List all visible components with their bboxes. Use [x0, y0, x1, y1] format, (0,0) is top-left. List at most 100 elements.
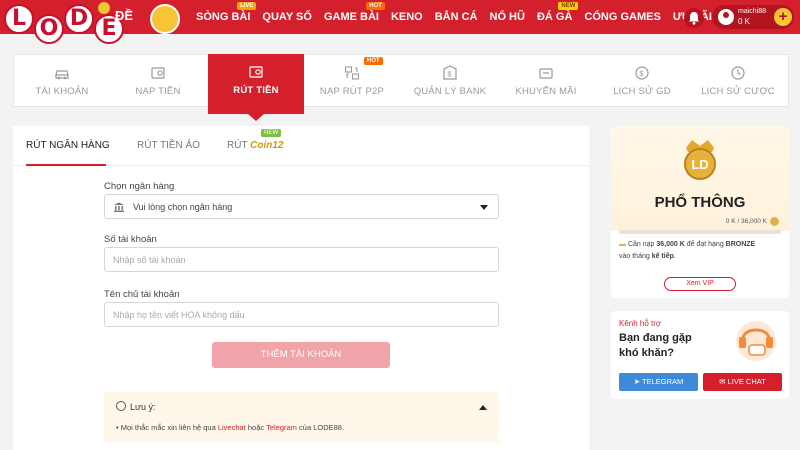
tab-lich-su-cuoc[interactable]: LỊCH SỬ CƯỢC: [690, 55, 786, 107]
subtab-prefix: RÚT: [227, 140, 248, 151]
note-box[interactable]: Lưu ý: • Mọi thắc mắc xin liên hệ qua Li…: [104, 392, 499, 442]
live-chat-button[interactable]: ✉ LIVE CHAT: [703, 373, 782, 391]
chat-icon: ✉: [719, 377, 726, 386]
add-account-button[interactable]: THÊM TÀI KHOẢN: [212, 342, 390, 368]
history-icon: $: [635, 66, 649, 80]
tab-label: KHUYẾN MÃI: [515, 86, 577, 97]
nav-item-song-bai[interactable]: SÒNG BÀI LIVE: [196, 2, 257, 23]
subtab-rut-ngan-hang[interactable]: RÚT NGÂN HÀNG: [26, 140, 110, 151]
bank-icon: $: [443, 65, 457, 80]
logo-letter-l: L: [4, 4, 34, 34]
tab-lich-su-gd[interactable]: $ LỊCH SỬ GD: [594, 55, 690, 107]
nav-item-game-bai[interactable]: GAME BÀI HOT: [323, 2, 385, 23]
vip-desc-rank: BRONZE: [725, 241, 756, 248]
withdraw-subtabs: RÚT NGÂN HÀNG RÚT TIỀN ẢO RÚT Coin12 NEW: [13, 126, 589, 166]
tab-label: LỊCH SỬ CƯỢC: [701, 86, 775, 97]
tab-khuyen-mai[interactable]: KHUYẾN MÃI: [498, 55, 594, 107]
bank-icon: [114, 202, 124, 212]
vip-progress-text: 0 K / 36,000 K: [725, 218, 767, 225]
logo-dot: [98, 2, 110, 14]
nav-label: GAME BÀI: [323, 11, 379, 23]
top-navbar: L O D E ĐỀ SÒNG BÀI LIVE QUAY SỐ GAME BÀI…: [0, 0, 800, 44]
account-tabs: TÀI KHOẢN NẠP TIỀN RÚT TIỀN HOT NẠP RÚT …: [13, 54, 789, 121]
telegram-button-label: TELEGRAM: [641, 377, 684, 386]
telegram-icon: ➤: [633, 377, 641, 386]
nav-item-da-ga[interactable]: ĐÁ GÀ NEW: [536, 2, 579, 23]
account-holder-input[interactable]: Nhập họ tên viết HOA không dấu: [104, 302, 499, 327]
vip-crown-icon: LD: [684, 140, 716, 180]
nav-label: QUAY SỐ: [262, 11, 312, 23]
notification-bell-icon[interactable]: [684, 8, 704, 28]
nav-item-ban-ca[interactable]: BẮN CÁ: [435, 11, 478, 23]
tab-nap-rut-p2p[interactable]: HOT NẠP RÚT P2P: [304, 55, 400, 107]
vip-desc-next: kế tiếp: [651, 253, 674, 260]
deposit-icon: [151, 67, 165, 79]
new-badge: NEW: [558, 2, 579, 10]
tab-label: NẠP RÚT P2P: [319, 86, 385, 97]
subtab-active-indicator: [26, 164, 106, 166]
account-holder-label: Tên chủ tài khoản: [104, 289, 180, 300]
tab-rut-tien[interactable]: RÚT TIỀN: [208, 54, 304, 121]
logo[interactable]: L O D E ĐỀ: [0, 0, 190, 60]
vip-rank: PHỔ THÔNG: [654, 194, 746, 211]
note-text-1: • Mọi thắc mắc xin liên hệ qua: [116, 423, 218, 432]
chevron-up-icon[interactable]: [479, 405, 487, 410]
vip-card: LD PHỔ THÔNG 0 K / 36,000 K ▬ Cần nạp 36…: [611, 126, 789, 298]
svg-text:$: $: [448, 72, 452, 79]
subtab-rut-tien-ao[interactable]: RÚT TIỀN ẢO: [137, 140, 200, 151]
withdraw-icon: [249, 66, 263, 78]
nav-label: KENO: [390, 11, 423, 23]
account-number-input[interactable]: Nhập số tài khoản: [104, 247, 499, 272]
nav-item-quay-so[interactable]: QUAY SỐ: [262, 11, 312, 23]
user-menu[interactable]: maichi88 0 K +: [712, 5, 794, 29]
subtab-rut-coin12[interactable]: RÚT Coin12: [227, 140, 284, 151]
livechat-link[interactable]: Livechat: [218, 423, 246, 432]
bank-select[interactable]: Vui lòng chọn ngân hàng: [104, 194, 499, 219]
clock-icon: [731, 66, 745, 80]
support-question: Bạn đang gặp khó khăn?: [619, 332, 692, 359]
hot-badge: HOT: [364, 57, 383, 65]
hot-badge: HOT: [366, 2, 385, 10]
deposit-plus-button[interactable]: +: [774, 8, 792, 26]
p2p-icon: [344, 66, 360, 80]
new-badge: NEW: [261, 129, 281, 137]
logo-ball-icon: [150, 4, 180, 34]
logo-letter-o: O: [34, 14, 64, 44]
nav-label: ĐÁ GÀ: [536, 11, 573, 23]
tab-label: TÀI KHOẢN: [35, 86, 89, 97]
note-text: • Mọi thắc mắc xin liên hệ qua Livechat …: [116, 423, 344, 432]
info-icon: [116, 401, 126, 411]
support-card: Kênh hỗ trợ Bạn đang gặp khó khăn? ➤ TEL…: [611, 311, 789, 399]
support-headset-icon: [736, 321, 776, 361]
withdraw-panel: RÚT NGÂN HÀNG RÚT TIỀN ẢO RÚT Coin12 NEW…: [13, 126, 589, 450]
view-vip-button[interactable]: Xem VIP: [664, 277, 736, 291]
telegram-button[interactable]: ➤ TELEGRAM: [619, 373, 698, 391]
nav-item-no-hu[interactable]: NỔ HŨ: [490, 11, 525, 23]
bank-select-value: Vui lòng chọn ngân hàng: [133, 202, 233, 212]
balance: 0 K: [738, 17, 751, 26]
logo-letter-d: D: [64, 4, 94, 34]
vip-desc-amount: 36,000 K: [656, 241, 685, 248]
main-nav: SÒNG BÀI LIVE QUAY SỐ GAME BÀI HOT KENO BẮ…: [196, 0, 724, 34]
nav-item-keno[interactable]: KENO: [391, 11, 423, 23]
vip-desc-mid: để đạt hạng: [684, 241, 726, 248]
username: maichi88: [738, 8, 767, 15]
vip-desc-line2: vào tháng: [619, 253, 652, 260]
tab-label: LỊCH SỬ GD: [613, 86, 671, 97]
nav-item-cong-games[interactable]: CỔNG GAMES: [584, 11, 660, 23]
bank-select-label: Chọn ngân hàng: [104, 181, 175, 192]
vip-progress-bar: [619, 230, 781, 234]
telegram-link[interactable]: Telegram: [266, 423, 297, 432]
nav-label: CỔNG GAMES: [584, 11, 661, 23]
vip-crown-text: LD: [691, 157, 708, 172]
live-chat-button-label: LIVE CHAT: [727, 377, 766, 386]
tab-quan-ly-bank[interactable]: $ QUẢN LÝ BANK: [402, 55, 498, 107]
note-title: Lưu ý:: [130, 402, 156, 412]
chevron-down-icon: [480, 205, 488, 210]
account-holder-placeholder: Nhập họ tên viết HOA không dấu: [113, 310, 245, 320]
coin12-logo: Coin12: [250, 140, 284, 151]
vip-description: ▬ Cần nạp 36,000 K để đạt hạng BRONZE và…: [619, 241, 756, 260]
tab-tai-khoan[interactable]: TÀI KHOẢN: [14, 55, 110, 107]
coin-icon: [770, 217, 779, 226]
tab-nap-tien[interactable]: NẠP TIỀN: [110, 55, 206, 107]
